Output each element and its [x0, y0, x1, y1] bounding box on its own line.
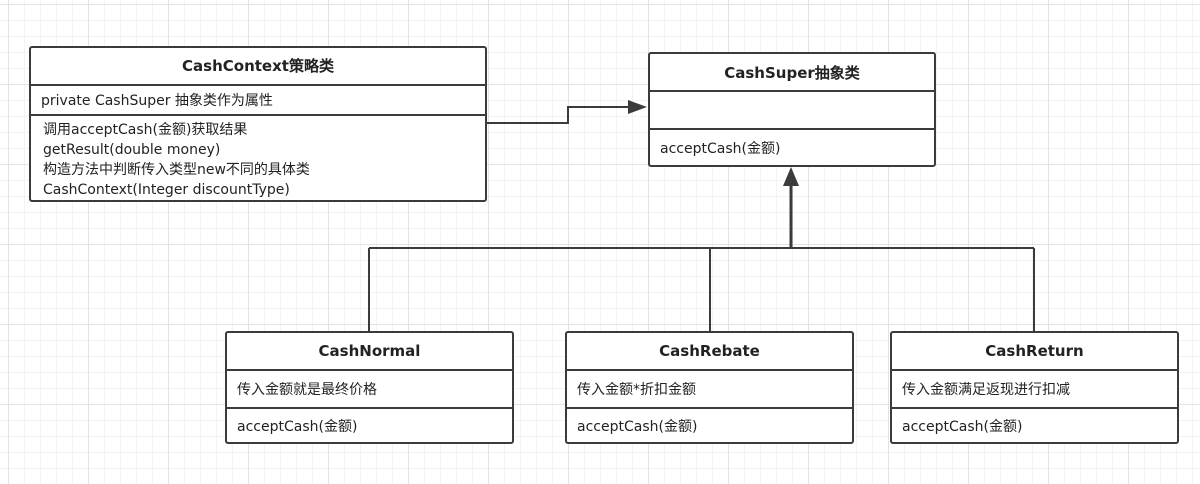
class-operation: 调用acceptCash(金额)获取结果 [43, 122, 248, 138]
class-name: CashReturn [892, 333, 1177, 371]
class-name: CashNormal [227, 333, 512, 371]
class-name: CashSuper抽象类 [650, 54, 934, 92]
class-cashreturn[interactable]: CashReturn 传入金额满足返现进行扣减 acceptCash(金额) [890, 331, 1179, 444]
class-cashcontext[interactable]: CashContext策略类 private CashSuper 抽象类作为属性… [29, 46, 487, 202]
class-operation: acceptCash(金额) [577, 418, 698, 435]
class-name: CashRebate [567, 333, 852, 371]
class-attribute: private CashSuper 抽象类作为属性 [31, 86, 485, 116]
class-attribute: 传入金额*折扣金额 [567, 371, 852, 409]
class-operations: 调用acceptCash(金额)获取结果 getResult(double mo… [31, 116, 485, 200]
generalization-arrowhead [783, 167, 799, 186]
class-attribute: 传入金额就是最终价格 [227, 371, 512, 409]
class-attributes-empty [650, 92, 934, 130]
class-operation: getResult(double money) [43, 142, 221, 158]
association-line [487, 106, 630, 124]
class-operation: acceptCash(金额) [237, 418, 358, 435]
class-name: CashContext策略类 [31, 48, 485, 86]
class-operation: CashContext(Integer discountType) [43, 182, 290, 198]
class-operation: acceptCash(金额) [902, 418, 1023, 435]
class-operation: 构造方法中判断传入类型new不同的具体类 [43, 162, 310, 178]
association-arrowhead [628, 100, 647, 114]
class-operation: acceptCash(金额) [660, 140, 781, 157]
class-attribute: 传入金额满足返现进行扣减 [892, 371, 1177, 409]
class-cashsuper[interactable]: CashSuper抽象类 acceptCash(金额) [648, 52, 936, 167]
class-cashrebate[interactable]: CashRebate 传入金额*折扣金额 acceptCash(金额) [565, 331, 854, 444]
class-cashnormal[interactable]: CashNormal 传入金额就是最终价格 acceptCash(金额) [225, 331, 514, 444]
